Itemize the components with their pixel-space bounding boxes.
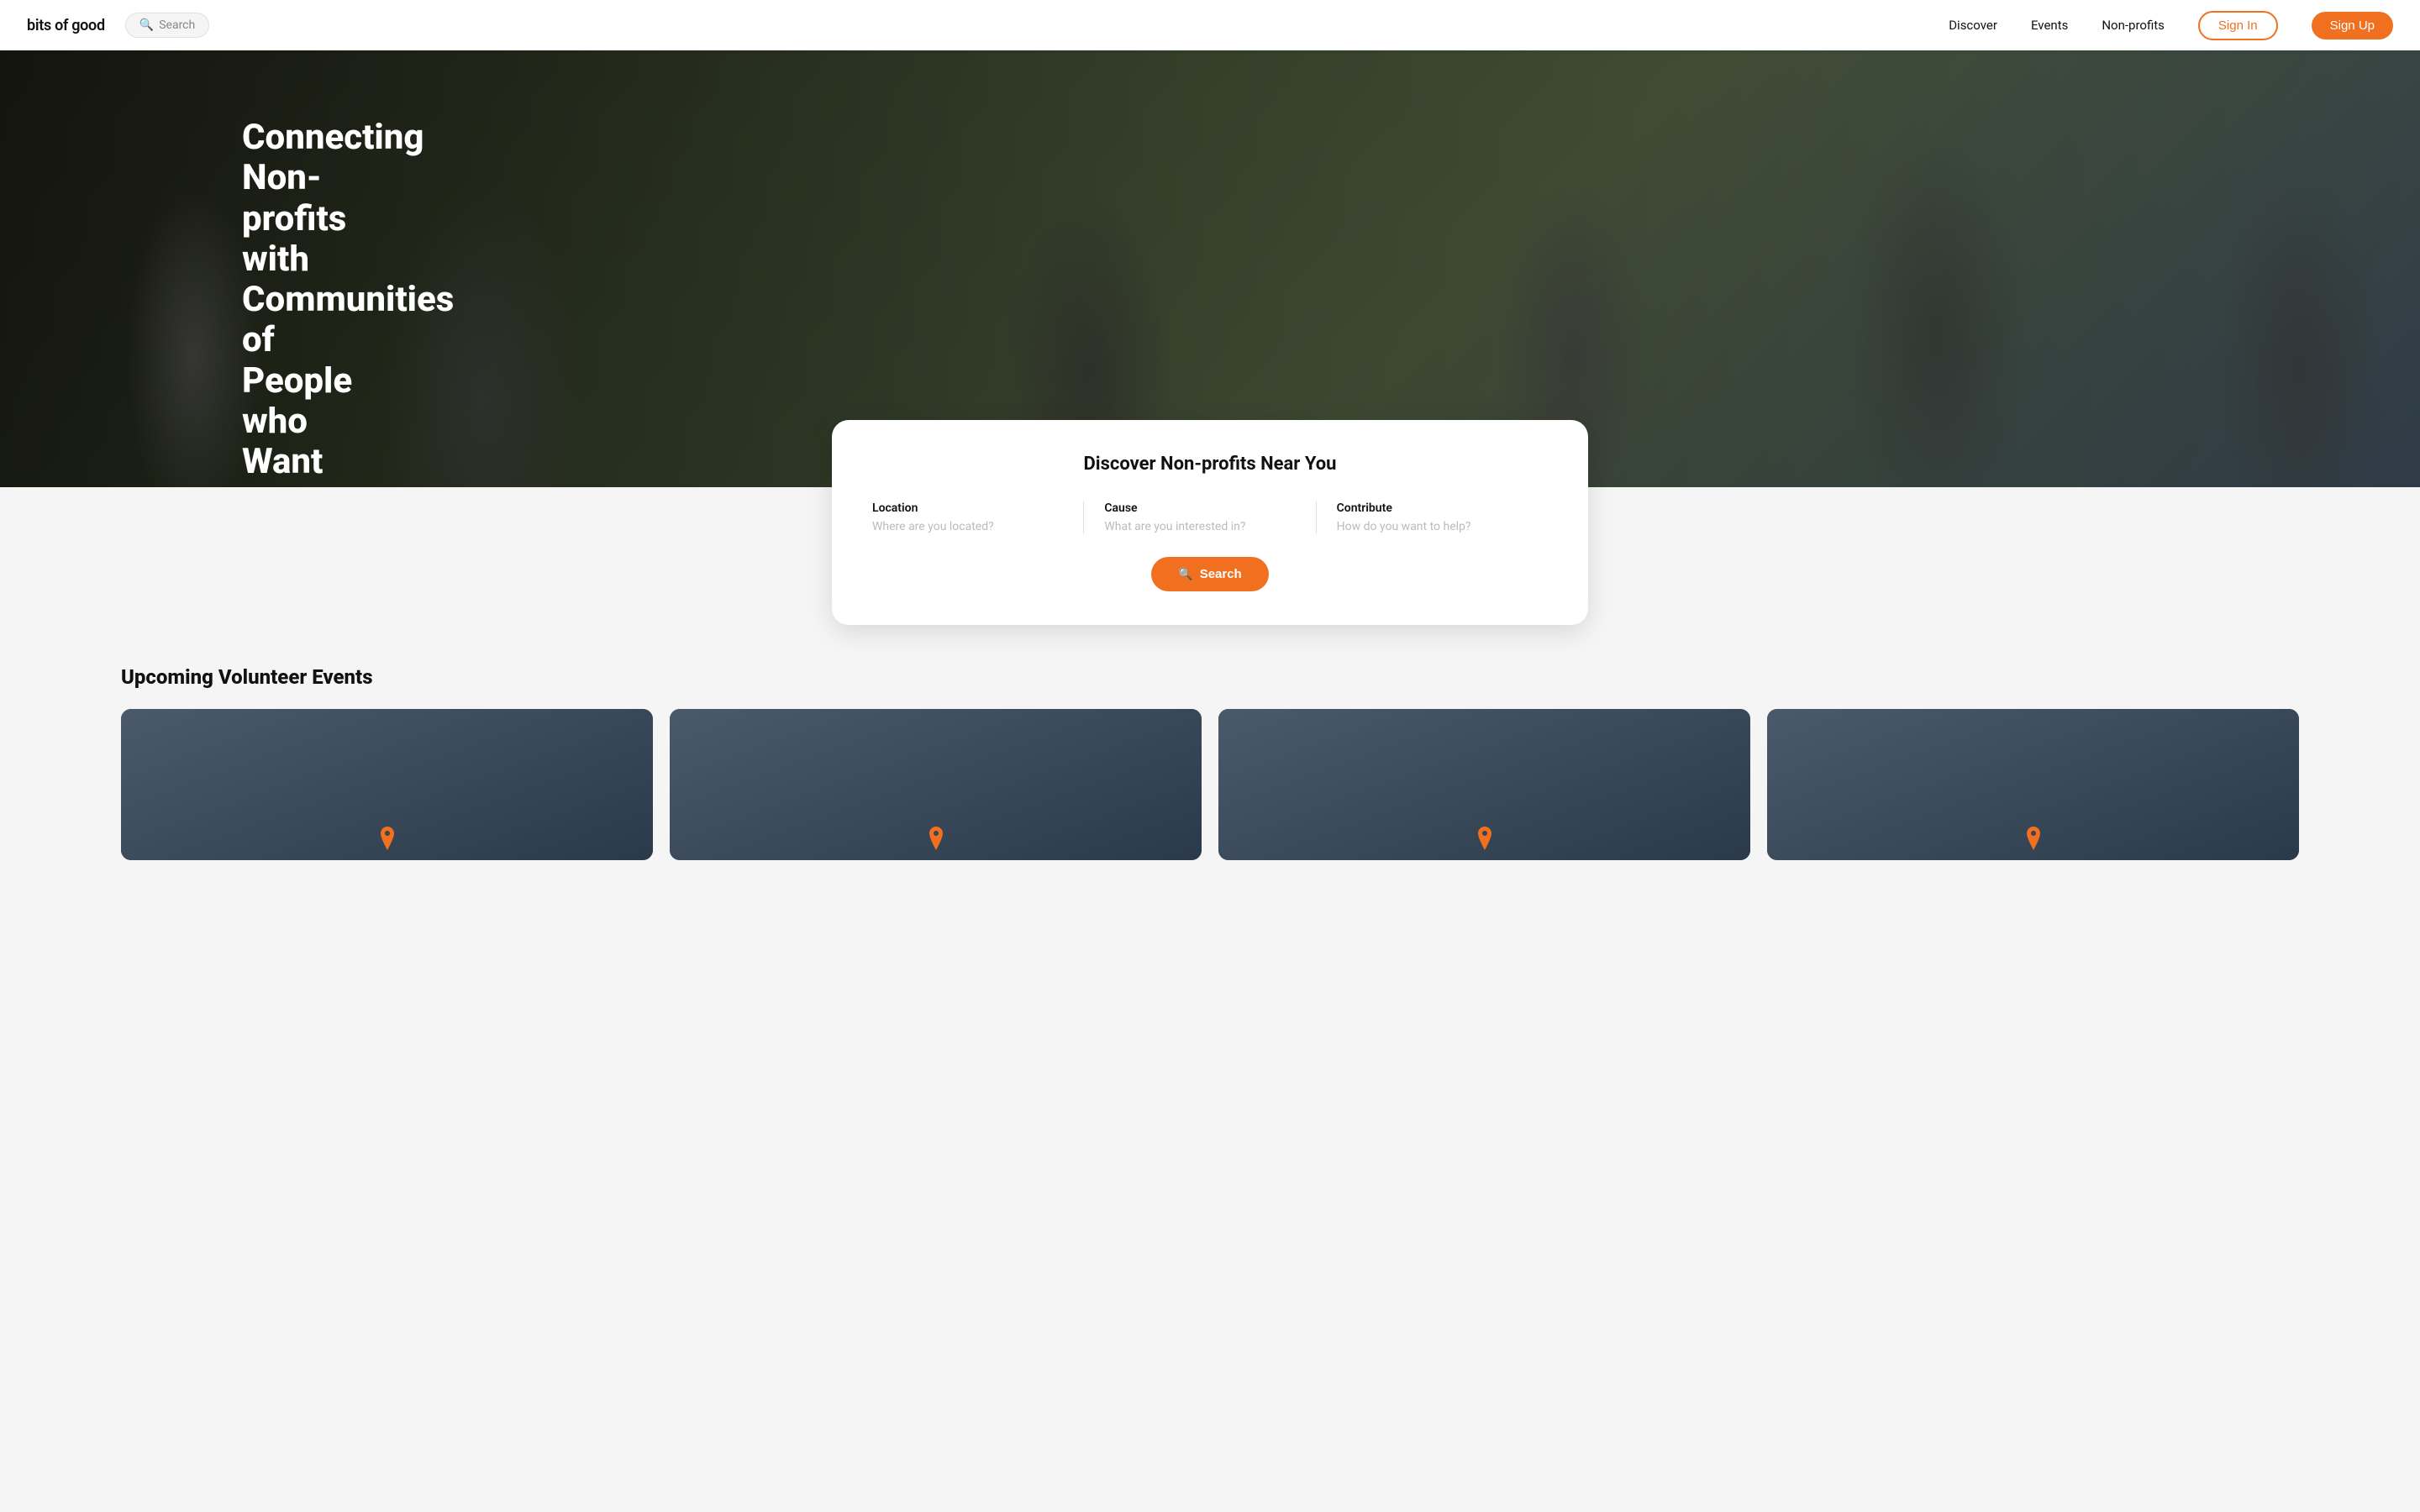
discover-title: Discover Non-profits Near You: [872, 454, 1548, 475]
event-card[interactable]: [1767, 709, 2299, 860]
discover-search-label: Search: [1200, 567, 1242, 581]
filter-contribute-placeholder: How do you want to help?: [1337, 520, 1528, 533]
navbar: bits of good 🔍 Search Discover Events No…: [0, 0, 2420, 50]
signin-button[interactable]: Sign In: [2198, 11, 2278, 40]
discover-filters: Location Where are you located? Cause Wh…: [872, 501, 1548, 533]
filter-location[interactable]: Location Where are you located?: [872, 501, 1084, 533]
discover-card: Discover Non-profits Near You Location W…: [832, 420, 1588, 625]
nav-link-events[interactable]: Events: [2031, 18, 2068, 33]
filter-location-placeholder: Where are you located?: [872, 520, 1063, 533]
filter-cause-placeholder: What are you interested in?: [1104, 520, 1295, 533]
discover-section: Discover Non-profits Near You Location W…: [0, 420, 2420, 625]
signup-button[interactable]: Sign Up: [2312, 12, 2393, 39]
nav-search-label: Search: [159, 18, 195, 32]
filter-contribute-label: Contribute: [1337, 501, 1528, 515]
search-icon: 🔍: [139, 18, 154, 32]
event-pin-icon: [926, 827, 946, 847]
event-card[interactable]: [670, 709, 1202, 860]
upcoming-section: Upcoming Volunteer Events: [0, 625, 2420, 894]
filter-cause-label: Cause: [1104, 501, 1295, 515]
search-btn-icon: 🔍: [1178, 567, 1192, 581]
site-logo: bits of good: [27, 17, 105, 34]
nav-search-bar[interactable]: 🔍 Search: [125, 13, 209, 38]
filter-cause[interactable]: Cause What are you interested in?: [1084, 501, 1316, 533]
event-pin-icon: [377, 827, 397, 847]
discover-search-button[interactable]: 🔍 Search: [1151, 557, 1268, 591]
event-pin-icon: [2023, 827, 2044, 847]
nav-link-discover[interactable]: Discover: [1949, 18, 1997, 33]
filter-location-label: Location: [872, 501, 1063, 515]
nav-links: Discover Events Non-profits Sign In Sign…: [1949, 11, 2393, 40]
event-cards-grid: [121, 709, 2299, 860]
event-card[interactable]: [1218, 709, 1750, 860]
discover-search-container: 🔍 Search: [872, 557, 1548, 591]
event-card[interactable]: [121, 709, 653, 860]
filter-contribute[interactable]: Contribute How do you want to help?: [1317, 501, 1548, 533]
upcoming-title: Upcoming Volunteer Events: [121, 665, 2299, 689]
nav-link-nonprofits[interactable]: Non-profits: [2102, 18, 2165, 33]
event-pin-icon: [1475, 827, 1495, 847]
